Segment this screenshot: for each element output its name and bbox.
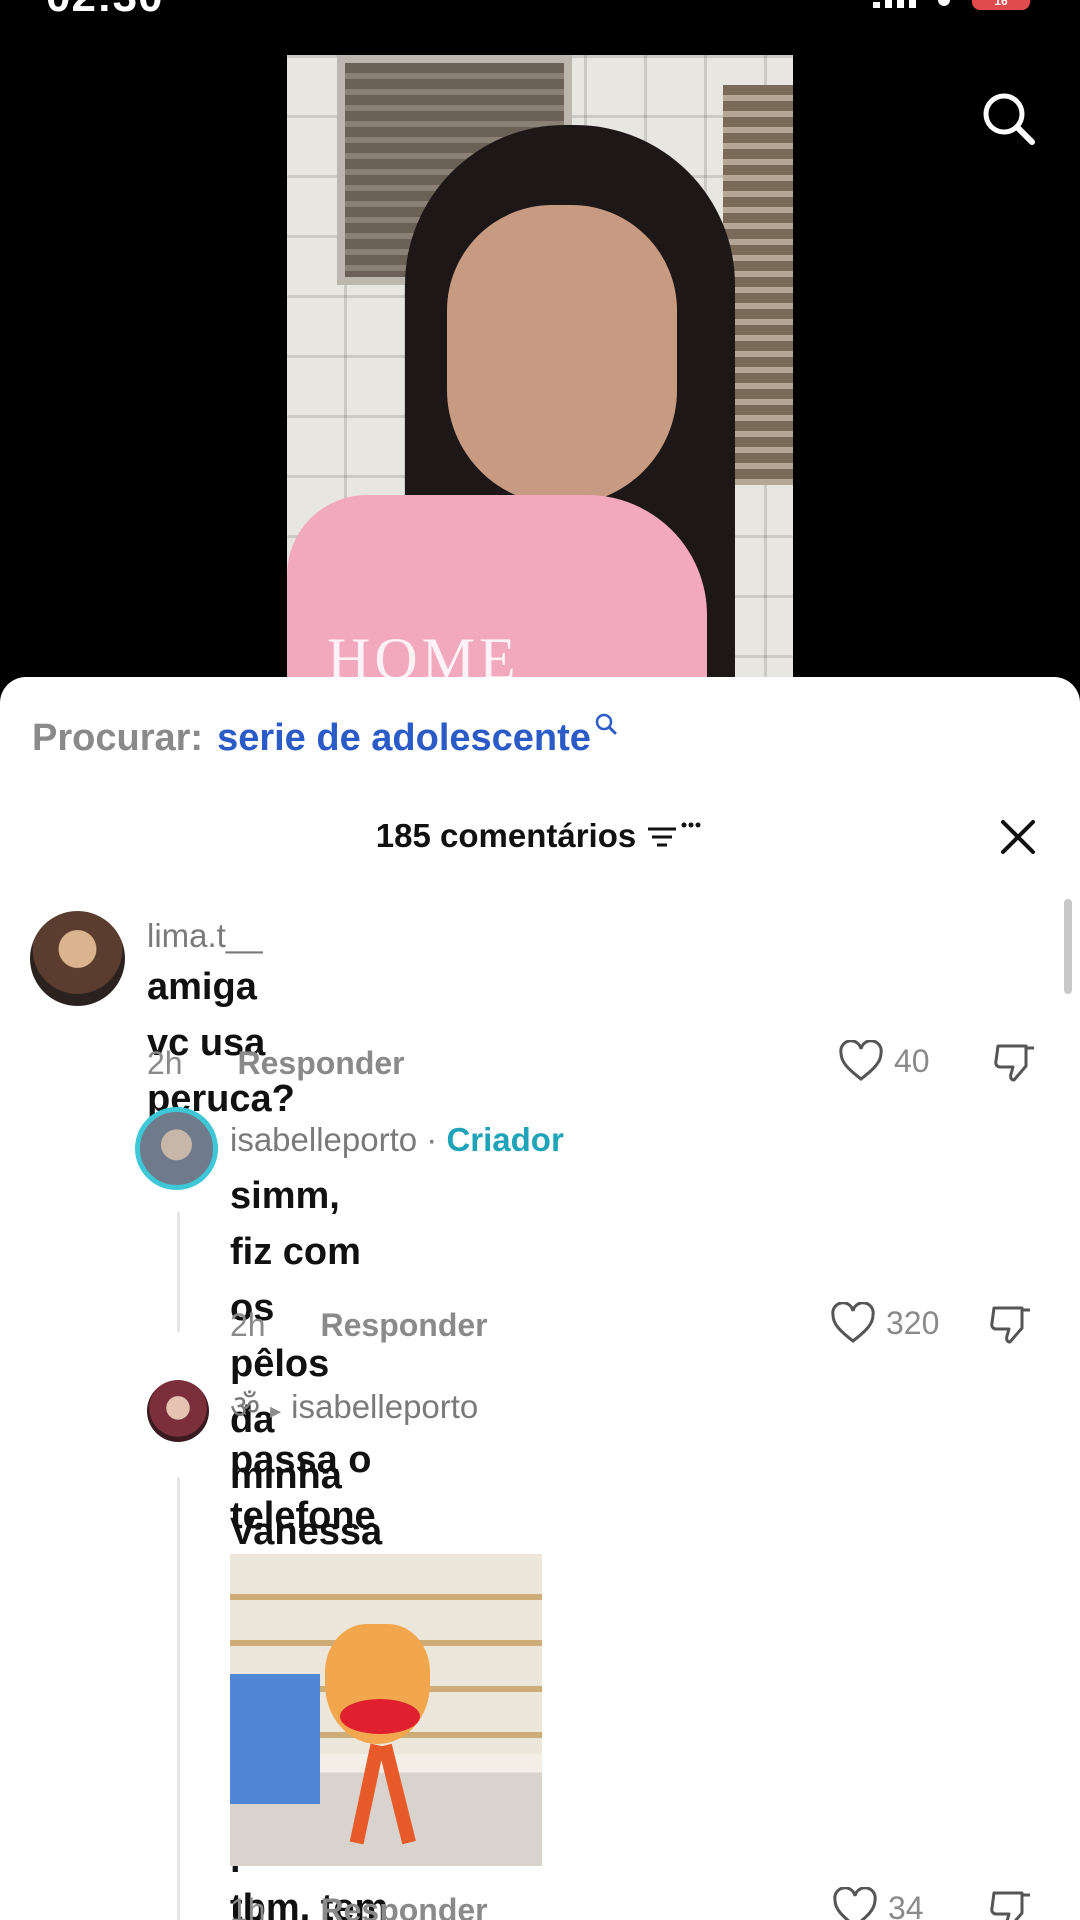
video-person-face <box>447 205 677 505</box>
search-suggestion[interactable]: Procurar: serie de adolescente <box>32 713 619 760</box>
scrollbar[interactable] <box>1064 899 1072 994</box>
comment-sticker-image[interactable] <box>230 1554 542 1866</box>
comment-username[interactable]: lima.t__ <box>147 917 263 955</box>
dislike-icon[interactable] <box>992 1040 1038 1084</box>
comment-time: 1h <box>230 1892 266 1920</box>
search-term[interactable]: serie de adolescente <box>217 717 591 760</box>
thread-line <box>177 1212 180 1332</box>
creator-badge: Criador <box>446 1121 564 1158</box>
comment-text: amiga vc usa peruca? <box>147 966 295 1120</box>
video-player[interactable]: HOME <box>287 55 793 680</box>
sticker-character-leg <box>378 1743 416 1845</box>
battery-icon: 16 <box>972 0 1030 10</box>
comment-meta: 2h Responder <box>147 1045 405 1082</box>
search-small-icon <box>595 713 617 735</box>
username-separator: · <box>417 1121 447 1158</box>
comment-meta: 1h Responder <box>230 1892 488 1920</box>
search-prefix: Procurar: <box>32 717 204 759</box>
like-count: 40 <box>894 1042 930 1079</box>
status-time: 02:30 <box>46 0 164 22</box>
comments-count: 185 comentários <box>376 817 704 855</box>
creator-username[interactable]: isabelleporto <box>230 1121 417 1158</box>
comments-sheet: Procurar: serie de adolescente 185 comen… <box>0 677 1080 1920</box>
status-icons: 16 <box>873 0 1030 10</box>
heart-icon <box>839 1040 883 1081</box>
dislike-icon[interactable] <box>988 1887 1034 1920</box>
video-shirt-text: HOME <box>327 626 520 680</box>
status-bar: 02:30 16 <box>0 0 1080 22</box>
wifi-icon <box>938 0 950 6</box>
avatar[interactable] <box>147 1380 209 1442</box>
reply-arrow-icon: ▸ <box>270 1398 282 1423</box>
sticker-boxes <box>230 1674 320 1804</box>
like-count: 320 <box>886 1304 940 1341</box>
heart-icon <box>831 1302 875 1343</box>
reply-to-username[interactable]: isabelleporto <box>291 1388 478 1425</box>
sort-icon[interactable] <box>646 821 704 851</box>
reply-username[interactable]: ॐ <box>230 1388 260 1425</box>
reply-button[interactable]: Responder <box>237 1045 404 1081</box>
dislike-icon[interactable] <box>988 1302 1034 1346</box>
search-icon[interactable] <box>978 88 1038 148</box>
comment-username[interactable]: ॐ ▸ isabelleporto <box>230 1383 478 1428</box>
signal-icon <box>873 0 916 8</box>
comment-meta: 2h Responder <box>230 1307 488 1344</box>
creator-avatar[interactable] <box>135 1107 218 1190</box>
like-button[interactable]: 34 <box>832 1887 924 1920</box>
sticker-character-leg <box>349 1743 385 1845</box>
comments-header: 185 comentários <box>0 817 1080 855</box>
thread-line <box>177 1477 180 1920</box>
sticker-character-lips <box>340 1699 420 1734</box>
comment-username[interactable]: isabelleporto · Criador <box>230 1121 564 1159</box>
like-count: 34 <box>888 1889 924 1920</box>
heart-icon <box>833 1887 877 1920</box>
like-button[interactable]: 40 <box>838 1040 930 1082</box>
reply-button[interactable]: Responder <box>320 1892 487 1920</box>
like-button[interactable]: 320 <box>830 1302 939 1344</box>
comments-title: 185 comentários <box>375 817 637 854</box>
comment-time: 2h <box>230 1307 266 1343</box>
close-icon[interactable] <box>998 817 1038 857</box>
reply-button[interactable]: Responder <box>320 1307 487 1343</box>
comment-time: 2h <box>147 1045 183 1081</box>
avatar[interactable] <box>30 911 125 1006</box>
